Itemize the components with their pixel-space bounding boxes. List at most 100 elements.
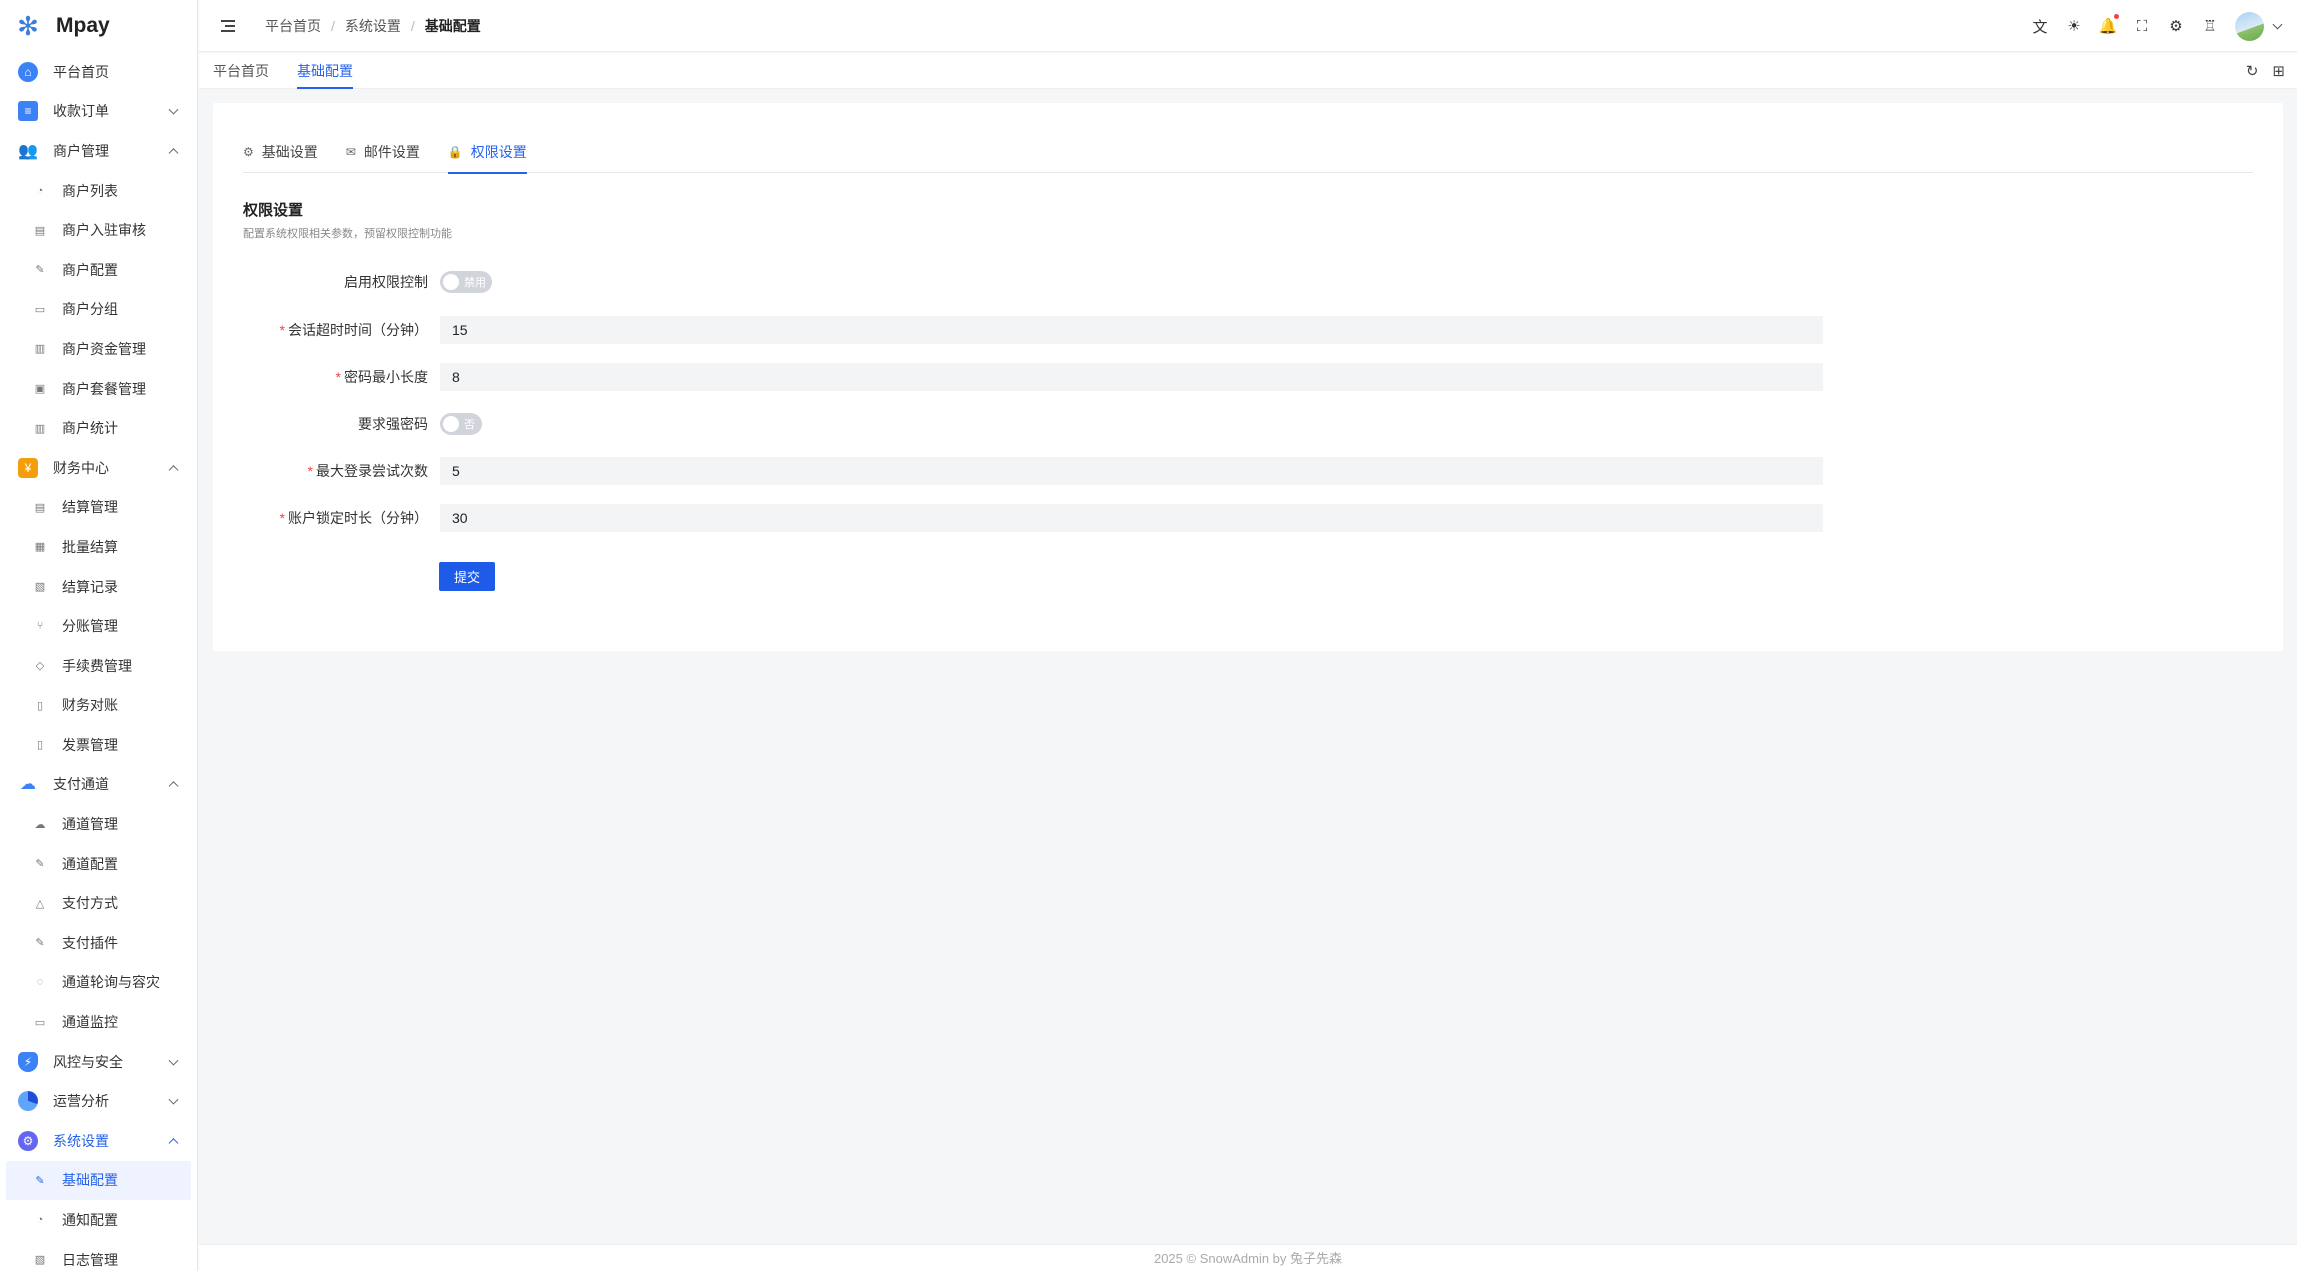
box-icon: ▣ [34, 383, 46, 396]
chevron-down-icon [168, 1094, 179, 1105]
field-label-text: 会话超时时间（分钟） [288, 322, 428, 338]
refresh-icon: ◌ [36, 976, 44, 989]
sidebar-subitem-reconcile[interactable]: ▯ 财务对账 [0, 686, 197, 726]
strong-password-switch[interactable]: 否 [440, 413, 482, 435]
breadcrumb-item[interactable]: 平台首页 [265, 16, 321, 36]
channel-icon: ☁ [20, 776, 36, 794]
breadcrumb-separator: / [410, 17, 415, 34]
sidebar-subitem-label: 支付方式 [62, 895, 118, 912]
sidebar-item-home[interactable]: ⌂ 平台首页 [0, 52, 197, 92]
lock-duration-input[interactable]: 30 [440, 504, 1823, 532]
sidebar-subitem-invoice[interactable]: ▯ 发票管理 [0, 725, 197, 765]
layers-icon: ▦ [34, 541, 46, 554]
breadcrumb-item[interactable]: 系统设置 [345, 16, 401, 36]
sidebar-item-risk[interactable]: ⚡ 风控与安全 [0, 1042, 197, 1082]
sidebar-subitem-pay-methods[interactable]: △ 支付方式 [0, 883, 197, 923]
sidebar-subitem-merchant-list[interactable]: ◔ 商户列表 [0, 171, 197, 211]
sidebar-subitem-label: 分账管理 [62, 618, 118, 635]
bell-icon[interactable]: 🔔 [2099, 14, 2119, 35]
sun-icon[interactable]: ☀ [2065, 17, 2083, 35]
sidebar-subitem-notify-config[interactable]: ◔ 通知配置 [0, 1200, 197, 1240]
max-login-label: * 最大登录尝试次数 [243, 461, 440, 481]
fullscreen-icon[interactable]: ⛶ [2133, 17, 2151, 35]
avatar[interactable] [2235, 11, 2264, 41]
submit-button[interactable]: 提交 [439, 562, 495, 591]
sidebar-subitem-channel-failover[interactable]: ◌ 通道轮询与容灾 [0, 963, 197, 1003]
sidebar-subitem-label: 商户统计 [62, 420, 118, 437]
sidebar-subitem-settlement[interactable]: ▤ 结算管理 [0, 488, 197, 528]
tab-label: 基础设置 [261, 144, 318, 160]
sidebar-item-orders[interactable]: ≡ 收款订单 [0, 92, 197, 132]
sidebar-subitem-merchant-stats[interactable]: ▥ 商户统计 [0, 408, 197, 448]
required-mark: * [279, 510, 285, 526]
sidebar-subitem-merchant-review[interactable]: ▤ 商户入驻审核 [0, 210, 197, 250]
sidebar-subitem-merchant-config[interactable]: ✎ 商户配置 [0, 250, 197, 290]
field-label-text: 启用权限控制 [344, 274, 428, 290]
sidebar-item-ops[interactable]: 运营分析 [0, 1081, 197, 1121]
sidebar-subitem-merchant-funds[interactable]: ▥ 商户资金管理 [0, 329, 197, 369]
list-icon: ▤ [34, 501, 46, 514]
enable-permission-label: 启用权限控制 [243, 272, 440, 292]
sidebar-subitem-split[interactable]: ⑂ 分账管理 [0, 606, 197, 646]
menu-toggle-icon[interactable] [221, 19, 235, 32]
sidebar-subitem-label: 商户入驻审核 [62, 222, 146, 239]
form-tabs: ⚙ 基础设置 ✉ 邮件设置 🔒 权限设置 [243, 131, 2253, 174]
sidebar-item-channel[interactable]: ☁ 支付通道 [0, 765, 197, 805]
bar-chart-icon: ▥ [34, 343, 46, 356]
session-timeout-input[interactable]: 15 [440, 316, 1823, 344]
file-icon: ▯ [36, 699, 44, 712]
sidebar-subitem-label: 商户分组 [62, 301, 118, 318]
tab-basic-settings[interactable]: ⚙ 基础设置 [243, 131, 318, 173]
app-name: Mpay [56, 14, 110, 37]
bar-chart-icon: ▥ [34, 422, 46, 435]
sidebar-item-label: 商户管理 [53, 142, 109, 159]
translate-icon[interactable]: 文 [2031, 17, 2049, 36]
max-login-input[interactable]: 5 [440, 457, 1823, 485]
sidebar-subitem-channel-config[interactable]: ✎ 通道配置 [0, 844, 197, 884]
shirt-icon[interactable]: ♖ [2201, 17, 2219, 35]
chevron-down-icon[interactable] [2272, 19, 2283, 29]
config-card: ⚙ 基础设置 ✉ 邮件设置 🔒 权限设置 权限设置 配置系统权限相关参数，预留权… [213, 103, 2283, 651]
sidebar-item-label: 支付通道 [53, 776, 109, 793]
sidebar-subitem-pay-plugins[interactable]: ✎ 支付插件 [0, 923, 197, 963]
enable-permission-switch[interactable]: 禁用 [440, 271, 492, 293]
sidebar-subitem-batch-settlement[interactable]: ▦ 批量结算 [0, 527, 197, 567]
user-icon: ◔ [36, 184, 44, 197]
sidebar-item-label: 运营分析 [53, 1093, 109, 1110]
form-row-password-length: * 密码最小长度 8 [243, 362, 2033, 392]
sidebar-subitem-basic-config[interactable]: ✎ 基础配置 [6, 1160, 191, 1201]
sidebar-item-merchants[interactable]: 👥 商户管理 [0, 131, 197, 171]
gear-icon[interactable]: ⚙ [2167, 17, 2185, 35]
chevron-down-icon [168, 1055, 179, 1066]
top-header: 平台首页 / 系统设置 / 基础配置 文 ☀ 🔔 ⛶ ⚙ ♖ [199, 0, 2297, 52]
sidebar-subitem-label: 基础配置 [62, 1172, 118, 1189]
password-length-input[interactable]: 8 [440, 363, 1823, 391]
chevron-up-icon [168, 464, 179, 475]
sidebar-subitem-fees[interactable]: ◇ 手续费管理 [0, 646, 197, 686]
sidebar-subitem-merchant-group[interactable]: ▭ 商户分组 [0, 290, 197, 330]
field-label-text: 密码最小长度 [344, 369, 428, 385]
sidebar-subitem-merchant-package[interactable]: ▣ 商户套餐管理 [0, 369, 197, 409]
sidebar-subitem-channel-monitor[interactable]: ▭ 通道监控 [0, 1002, 197, 1042]
sidebar-subitem-label: 通知配置 [62, 1212, 118, 1229]
sidebar-subitem-settlement-records[interactable]: ▧ 结算记录 [0, 567, 197, 607]
logo[interactable]: ✻ Mpay [0, 0, 197, 52]
sidebar-subitem-channel-manage[interactable]: ☁ 通道管理 [0, 804, 197, 844]
page-tabs-bar: 平台首页 基础配置 ↻ ⊞ [199, 53, 2297, 89]
tab-mail-settings[interactable]: ✉ 邮件设置 [346, 131, 420, 173]
tab-permission-settings[interactable]: 🔒 权限设置 [447, 131, 527, 174]
sidebar-item-finance[interactable]: ¥ 财务中心 [0, 448, 197, 488]
page-tab-home[interactable]: 平台首页 [213, 53, 269, 89]
refresh-icon[interactable]: ↻ [2246, 62, 2259, 80]
sidebar-subitem-label: 日志管理 [62, 1251, 118, 1268]
strong-password-label: 要求强密码 [243, 414, 440, 434]
sidebar-subitem-label: 商户资金管理 [62, 340, 146, 357]
required-mark: * [335, 369, 341, 385]
sidebar-subitem-logs[interactable]: ▧ 日志管理 [0, 1240, 197, 1271]
header-actions: 文 ☀ 🔔 ⛶ ⚙ ♖ [2015, 0, 2283, 52]
book-icon: ▧ [34, 581, 46, 594]
log-icon: ▧ [34, 1254, 46, 1267]
grid-icon[interactable]: ⊞ [2272, 62, 2285, 80]
sidebar-item-system[interactable]: ⚙ 系统设置 [0, 1121, 197, 1161]
page-tab-basic-config[interactable]: 基础配置 [297, 53, 353, 89]
